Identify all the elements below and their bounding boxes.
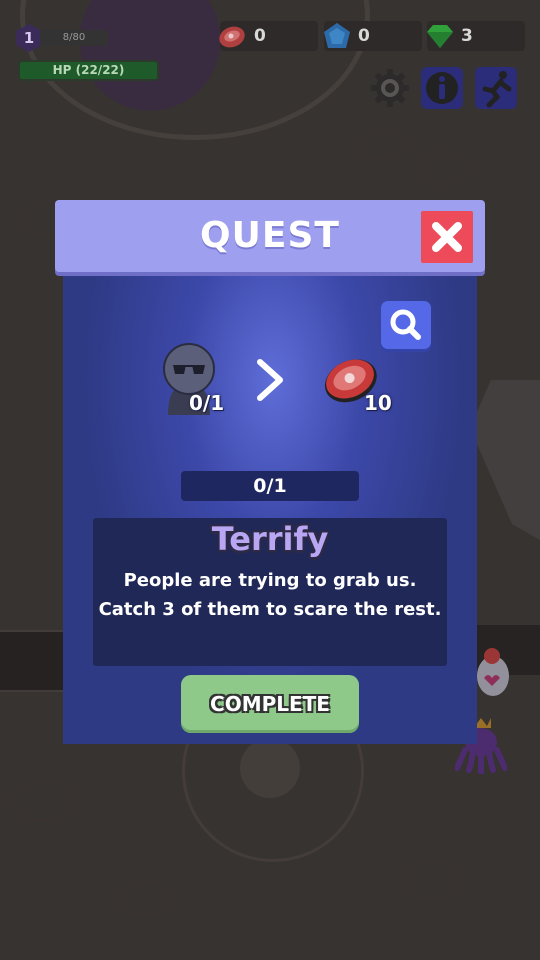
quest-task-description: People are trying to grab us. Catch 3 of… [93, 566, 447, 624]
arrow-right-icon [257, 359, 283, 401]
complete-button[interactable]: COMPLETE [181, 675, 359, 733]
reward-count: 10 [364, 391, 392, 415]
meat-icon [219, 26, 245, 48]
search-button[interactable] [381, 301, 431, 349]
pose-icon [482, 71, 512, 108]
info-icon [426, 72, 458, 104]
xp-bar: 8/80 [40, 30, 108, 46]
close-button[interactable] [421, 211, 473, 263]
resource-blue-gem: 0 [324, 21, 422, 51]
green-gem-icon [427, 25, 453, 48]
description-line: People are trying to grab us. [123, 570, 417, 591]
description-line: Catch 3 of them to scare the rest. [98, 599, 442, 620]
close-icon [432, 222, 462, 252]
info-button[interactable] [421, 67, 463, 109]
quest-progress-bar: 0/1 [181, 471, 359, 501]
hp-bar: HP (22/22) [18, 60, 159, 81]
target-count: 0/1 [189, 391, 225, 415]
green-gem-count: 3 [461, 26, 473, 46]
gear-icon[interactable] [369, 67, 411, 109]
pose-button[interactable] [475, 67, 517, 109]
search-icon [390, 309, 421, 340]
resource-green-gem: 3 [427, 21, 525, 51]
quest-task-title: Terrify [211, 520, 329, 558]
resource-meat: 0 [219, 21, 318, 51]
meat-count: 0 [254, 26, 266, 46]
blue-gem-icon [324, 23, 350, 48]
blue-gem-count: 0 [358, 26, 370, 46]
complete-button-label: COMPLETE [210, 692, 330, 716]
